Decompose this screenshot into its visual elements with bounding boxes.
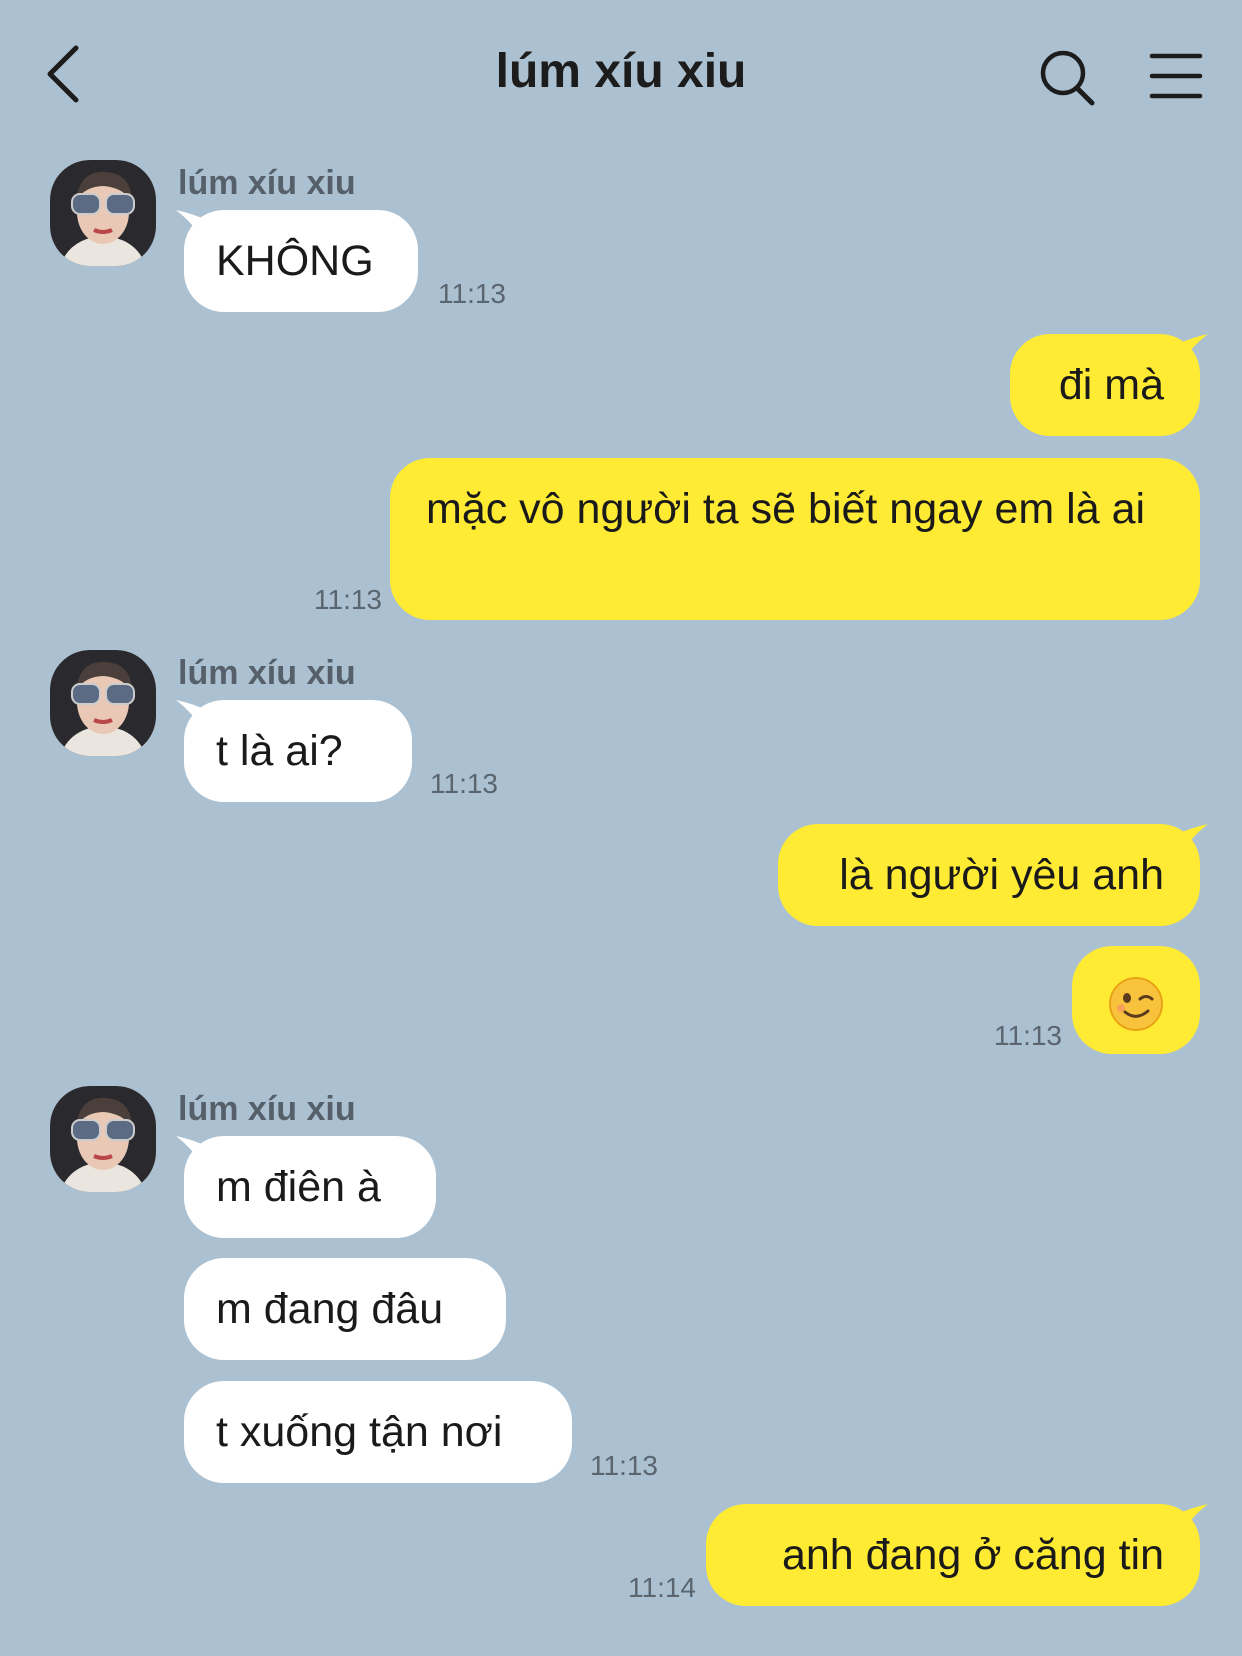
message-bubble-outgoing[interactable]: 😉 [1072, 946, 1200, 1054]
profile-photo-icon [50, 650, 156, 756]
hamburger-menu-icon [1149, 53, 1203, 99]
sender-name: lúm xíu xiu [178, 164, 356, 202]
message-time: 11:13 [438, 278, 506, 309]
avatar[interactable] [50, 160, 156, 266]
menu-button[interactable] [1148, 50, 1204, 102]
message-bubble-outgoing[interactable]: anh đang ở căng tin [706, 1504, 1200, 1606]
profile-photo-icon [50, 160, 156, 266]
message-bubble-incoming[interactable]: m đang đâu [184, 1258, 506, 1360]
message-bubble-incoming[interactable]: t xuống tận nơi [184, 1381, 572, 1483]
profile-photo-icon [50, 1086, 156, 1192]
message-time: 11:13 [314, 584, 382, 615]
chevron-left-icon [47, 45, 79, 103]
message-time: 11:14 [628, 1572, 696, 1603]
winking-face-emoji-icon [1109, 976, 1163, 1031]
message-bubble-incoming[interactable]: m điên à [184, 1136, 436, 1238]
message-time: 11:13 [590, 1450, 658, 1481]
message-bubble-outgoing[interactable]: là người yêu anh [778, 824, 1200, 926]
back-button[interactable] [36, 38, 96, 108]
avatar[interactable] [50, 650, 156, 756]
sender-name: lúm xíu xiu [178, 654, 356, 692]
message-time: 11:13 [994, 1020, 1062, 1051]
message-bubble-incoming[interactable]: KHÔNG [184, 210, 418, 312]
search-icon [1040, 50, 1095, 106]
message-bubble-incoming[interactable]: t là ai? [184, 700, 412, 802]
message-time: 11:13 [430, 768, 498, 799]
chat-header: lúm xíu xiu [0, 0, 1242, 150]
avatar[interactable] [50, 1086, 156, 1192]
search-button[interactable] [1038, 48, 1098, 108]
sender-name: lúm xíu xiu [178, 1090, 356, 1128]
message-bubble-outgoing[interactable]: đi mà [1010, 334, 1200, 436]
message-bubble-outgoing[interactable]: mặc vô người ta sẽ biết ngay em là ai [390, 458, 1200, 620]
